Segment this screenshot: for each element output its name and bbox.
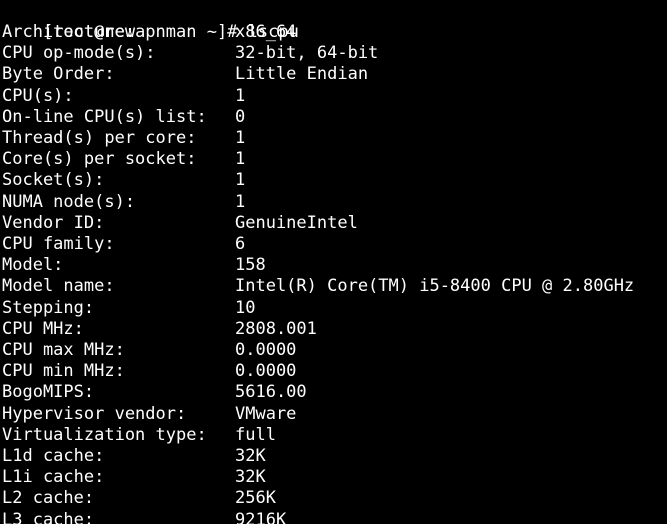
output-key: On-line CPU(s) list: <box>2 106 207 127</box>
output-key: Thread(s) per core: <box>2 128 197 148</box>
output-value: 0.0000 <box>235 340 297 360</box>
output-key: CPU max MHz: <box>2 340 125 360</box>
output-value: 9216K <box>235 509 287 524</box>
terminal-window[interactable]: [root@newapnman ~]# lscpu Architecture: x… <box>0 0 667 524</box>
output-key: L2 cache: <box>2 488 95 509</box>
output-key: CPU min MHz: <box>2 361 125 382</box>
output-key: CPU(s): <box>2 85 74 106</box>
output-value: 6 <box>235 234 246 254</box>
output-key: CPU op-mode(s): <box>2 43 156 64</box>
output-value: 158 <box>235 255 266 276</box>
output-key: Stepping: <box>2 297 95 318</box>
output-value: GenuineIntel <box>235 212 358 233</box>
output-key: CPU family: <box>2 234 115 254</box>
output-key: Model name: <box>2 276 115 297</box>
output-key: Hypervisor vendor: <box>2 403 187 424</box>
output-value: 256K <box>235 488 276 509</box>
output-value: 1 <box>235 170 246 191</box>
output-value: full <box>235 424 276 445</box>
output-key: L1d cache: <box>2 446 105 466</box>
output-value: 0.0000 <box>235 361 297 382</box>
output-key: Virtualization type: <box>2 424 207 445</box>
output-value: 10 <box>235 297 256 318</box>
output-key: CPU MHz: <box>2 318 84 339</box>
output-value: 2808.001 <box>235 318 317 339</box>
output-value: x86_64 <box>235 22 297 42</box>
output-value: 1 <box>235 85 246 106</box>
output-value: 0 <box>235 106 246 127</box>
output-key: Model: <box>2 255 64 276</box>
output-key: L3 cache: <box>2 509 95 524</box>
output-key: Byte Order: <box>2 64 115 85</box>
output-value: Intel(R) Core(TM) i5-8400 CPU @ 2.80GHz <box>235 276 635 297</box>
output-key: NUMA node(s): <box>2 191 136 212</box>
output-value: 1 <box>235 128 246 148</box>
output-key: Vendor ID: <box>2 212 105 233</box>
output-key: L1i cache: <box>2 467 105 488</box>
output-key: Socket(s): <box>2 170 105 191</box>
output-key: Architecture: <box>2 22 136 42</box>
output-value: 1 <box>235 149 246 170</box>
output-value: VMware <box>235 403 297 424</box>
output-value: 1 <box>235 191 246 212</box>
output-value: 32-bit, 64-bit <box>235 43 379 64</box>
output-value: 5616.00 <box>235 382 307 403</box>
prompt-line: [root@newapnman ~]# lscpu <box>2 1 299 42</box>
output-value: Little Endian <box>235 64 369 85</box>
output-key: Core(s) per socket: <box>2 149 197 170</box>
output-key: BogoMIPS: <box>2 382 95 403</box>
output-value: 32K <box>235 446 266 466</box>
output-value: 32K <box>235 467 266 488</box>
